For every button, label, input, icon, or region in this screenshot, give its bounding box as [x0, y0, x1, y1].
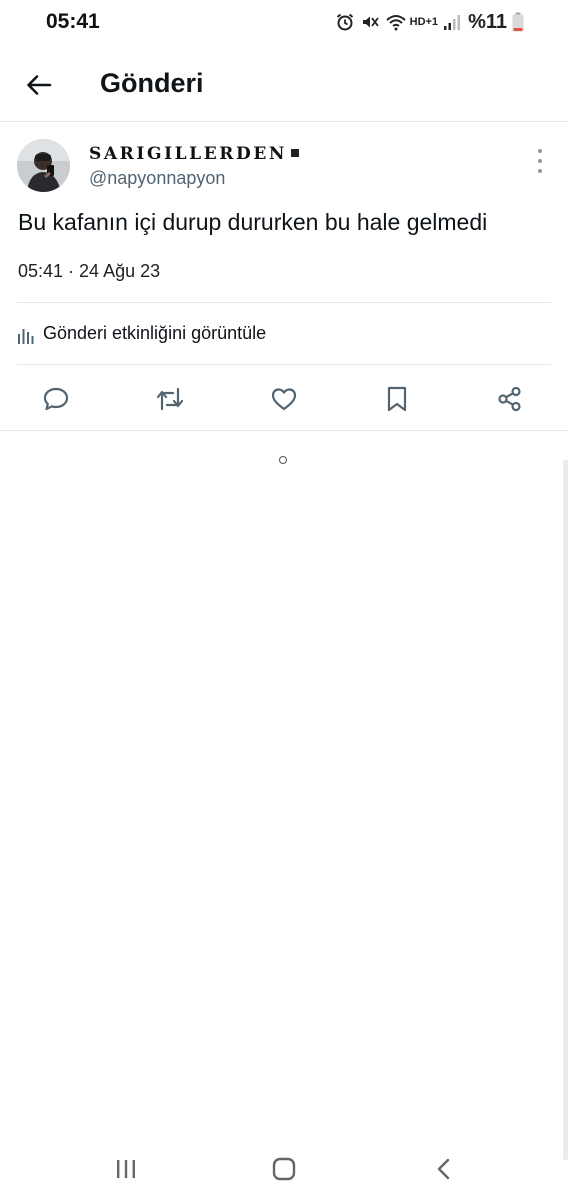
view-post-activity-link[interactable]: Gönderi etkinliğini görüntüle: [17, 303, 551, 364]
retweet-button[interactable]: [154, 383, 186, 415]
back-button[interactable]: [20, 66, 58, 104]
display-name[interactable]: SARIGILLERDEN: [89, 144, 300, 164]
status-icons: HD+1 %11: [335, 10, 524, 34]
more-dot: [538, 159, 542, 163]
home-button[interactable]: [266, 1154, 302, 1184]
battery-percent: %11: [468, 10, 507, 33]
badge-square-icon: [291, 148, 300, 157]
like-icon: [271, 388, 297, 411]
avatar[interactable]: [17, 139, 70, 192]
battery-icon: [512, 12, 524, 32]
retweet-icon: [156, 387, 184, 411]
like-button[interactable]: [268, 383, 300, 415]
status-time: 05:41: [46, 10, 100, 33]
recents-icon: [117, 1160, 135, 1178]
system-nav-bar: [0, 1140, 568, 1200]
tweet-detail: SARIGILLERDEN @napyonnapyon Bu kafanın i…: [0, 123, 568, 431]
network-type-label: HD+1: [409, 16, 439, 28]
share-button[interactable]: [494, 383, 526, 415]
alarm-icon: [336, 13, 353, 31]
signal-icon: [444, 15, 461, 30]
divider: [17, 364, 551, 365]
scrollbar[interactable]: [563, 460, 568, 1160]
bookmark-icon: [387, 386, 407, 412]
system-back-button[interactable]: [426, 1154, 462, 1184]
page-title: Gönderi: [100, 68, 204, 98]
home-icon: [272, 1157, 296, 1181]
app-header: Gönderi: [0, 48, 568, 122]
back-icon: [437, 1158, 450, 1180]
tweet-timestamp[interactable]: 05:41 · 24 Ağu 23: [18, 261, 160, 282]
loading-indicator: [279, 456, 287, 464]
display-name-text: SARIGILLERDEN: [89, 144, 288, 164]
share-icon: [498, 386, 521, 412]
mute-icon: [362, 16, 379, 28]
more-options-button[interactable]: [530, 149, 550, 173]
bar-chart-icon: [17, 324, 37, 344]
tweet-text: Bu kafanın içi durup dururken bu hale ge…: [18, 209, 488, 235]
tweet-actions: [0, 367, 568, 431]
arrow-left-icon: [27, 75, 52, 95]
bookmark-button[interactable]: [381, 383, 413, 415]
status-bar: 05:41 HD+1 %11: [0, 0, 568, 44]
user-handle[interactable]: @napyonnapyon: [89, 168, 225, 189]
more-dot: [538, 169, 542, 173]
wifi-icon: [385, 15, 406, 31]
activity-label: Gönderi etkinliğini görüntüle: [43, 323, 267, 343]
recents-button[interactable]: [108, 1154, 144, 1184]
more-dot: [538, 149, 542, 153]
reply-icon: [43, 387, 69, 411]
reply-button[interactable]: [40, 383, 72, 415]
